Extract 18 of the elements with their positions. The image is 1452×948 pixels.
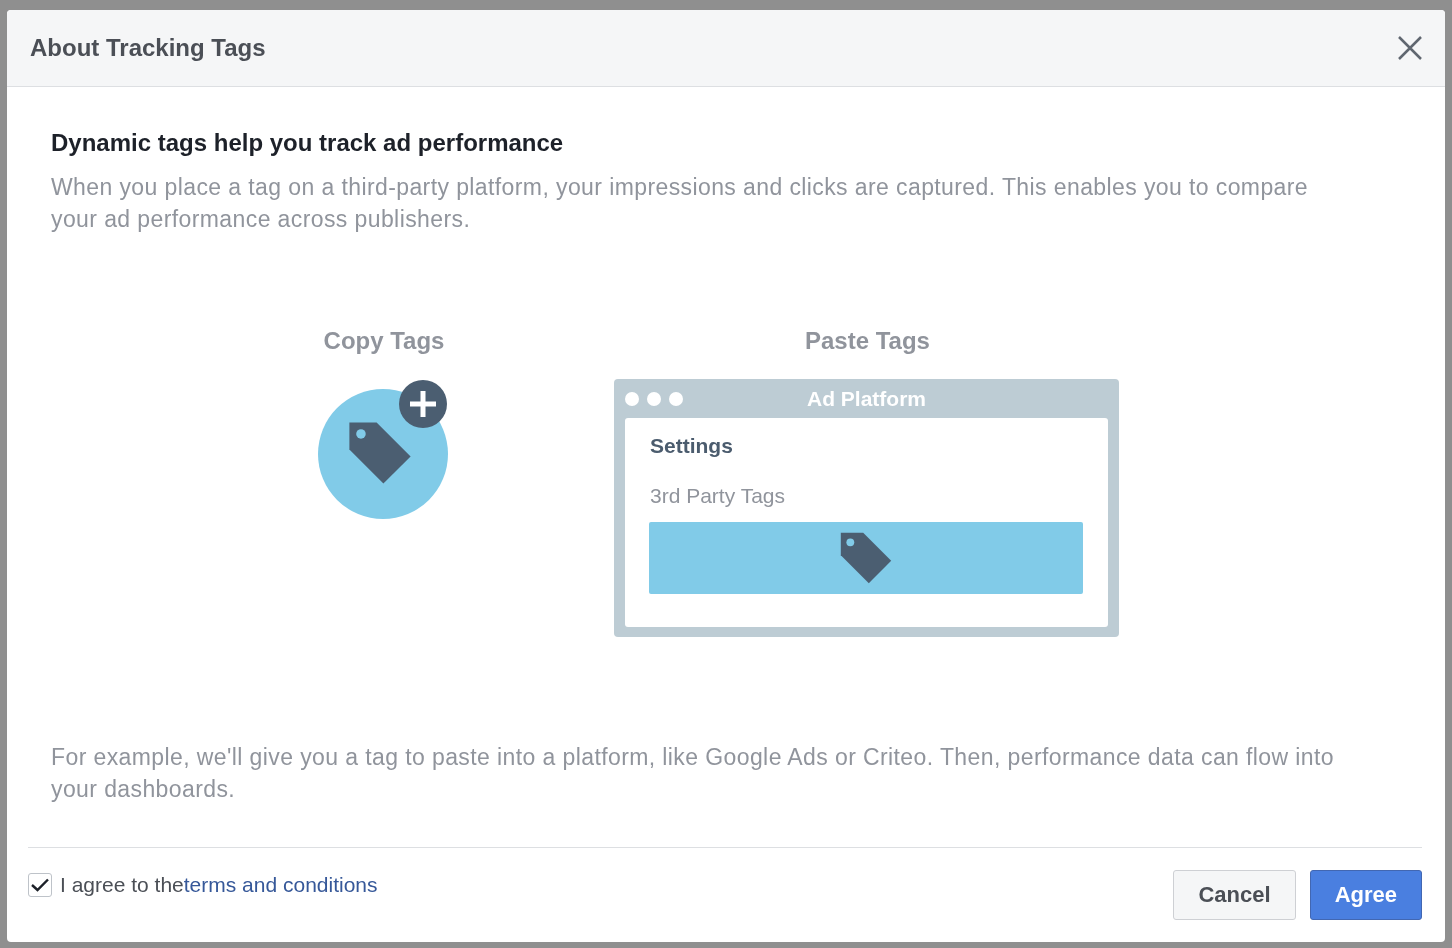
tag-icon xyxy=(838,530,894,586)
agree-label: I agree to the xyxy=(60,873,184,897)
settings-label: Settings xyxy=(650,434,734,458)
field-label: 3rd Party Tags xyxy=(650,484,786,508)
section-heading: Dynamic tags help you track ad performance xyxy=(51,129,565,157)
paste-tags-label: Paste Tags xyxy=(805,327,930,355)
dialog-title: About Tracking Tags xyxy=(30,34,266,62)
cancel-button[interactable]: Cancel xyxy=(1173,870,1296,920)
tag-add-icon xyxy=(318,379,450,519)
window-dots-icon xyxy=(625,391,685,406)
terms-link[interactable]: terms and conditions xyxy=(183,873,378,897)
agree-checkbox[interactable] xyxy=(28,873,52,897)
intro-text: When you place a tag on a third-party platform, your impressions and clicks are captured. This enables you to compare your ad performance across publishers. xyxy=(51,173,1310,234)
close-button[interactable] xyxy=(1397,35,1423,61)
agree-button[interactable]: Agree xyxy=(1309,870,1422,920)
window-title: Ad Platform xyxy=(807,386,926,411)
example-text: For example, we'll give you a tag to paste into a platform, like Google Ads or Criteo. Then, performance data can flow into your dashboards. xyxy=(51,743,1336,804)
copy-tags-label: Copy Tags xyxy=(323,327,445,355)
